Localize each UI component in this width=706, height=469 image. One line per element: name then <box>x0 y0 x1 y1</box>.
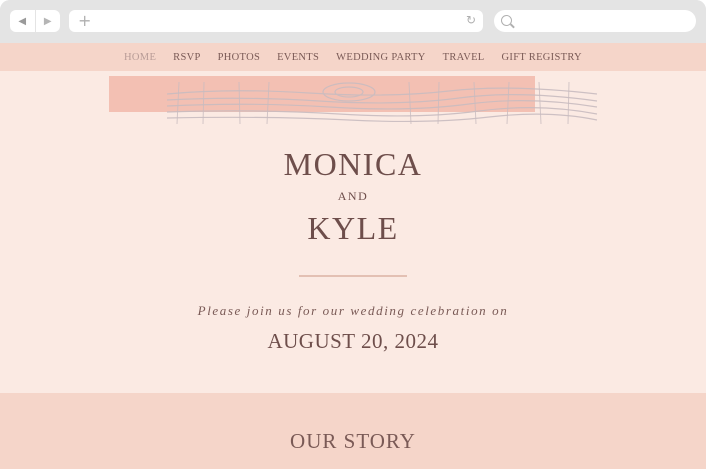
page-viewport: HOME RSVP PHOTOS EVENTS WEDDING PARTY TR… <box>0 43 706 469</box>
nav-item-rsvp[interactable]: RSVP <box>173 52 200 63</box>
browser-window: ◀ ▶ + ↻ HOME RSVP PHOTOS EVENTS WEDDING … <box>0 0 706 469</box>
browser-toolbar: ◀ ▶ + ↻ <box>0 0 706 43</box>
our-story-section: OUR STORY <box>0 393 706 469</box>
back-icon[interactable]: ◀ <box>10 10 36 32</box>
hero-divider <box>299 275 407 277</box>
nav-item-events[interactable]: EVENTS <box>277 52 319 63</box>
reload-icon[interactable]: ↻ <box>466 13 476 27</box>
nav-item-photos[interactable]: PHOTOS <box>218 52 260 63</box>
nav-item-home[interactable]: HOME <box>124 52 156 63</box>
wedding-date: AUGUST 20, 2024 <box>267 329 439 353</box>
couple-name-second: KYLE <box>307 210 399 246</box>
address-bar[interactable]: + ↻ <box>69 10 483 32</box>
our-story-title: OUR STORY <box>290 429 416 453</box>
history-buttons: ◀ ▶ <box>10 10 60 32</box>
new-tab-icon[interactable]: + <box>78 11 91 30</box>
forward-icon[interactable]: ▶ <box>36 10 61 32</box>
couple-name-conjunction: AND <box>337 189 369 203</box>
nav-item-travel[interactable]: TRAVEL <box>443 52 485 63</box>
site-nav: HOME RSVP PHOTOS EVENTS WEDDING PARTY TR… <box>0 43 706 71</box>
nav-item-wedding-party[interactable]: WEDDING PARTY <box>336 52 426 63</box>
nav-item-gift-registry[interactable]: GIFT REGISTRY <box>502 52 582 63</box>
couple-name-first: MONICA <box>283 146 423 182</box>
search-icon <box>501 15 512 26</box>
search-input[interactable] <box>494 10 696 32</box>
invite-text: Please join us for our wedding celebrati… <box>197 303 509 318</box>
wood-grain-decoration <box>109 76 598 125</box>
